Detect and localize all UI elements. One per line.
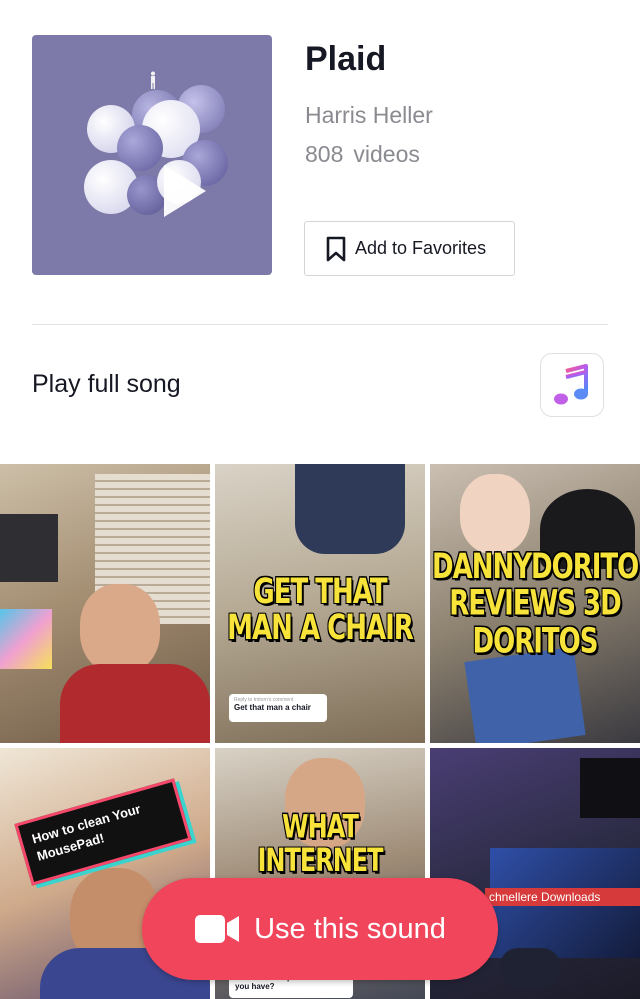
play-icon[interactable] [164,165,206,217]
figure-icon [151,71,155,89]
video-thumbnail[interactable] [0,464,210,743]
wall-poster [0,514,58,582]
monitor-screen [0,609,52,669]
video-caption: How to clean Your MousePad! [30,801,143,864]
download-banner: chnellere Downloads [485,888,640,906]
reply-comment-bubble: Reply to tmtorn's comment Get that man a… [229,694,327,722]
add-to-favorites-button[interactable]: Add to Favorites [304,221,515,276]
use-this-sound-label: Use this sound [254,912,446,945]
sound-cover-art[interactable] [32,35,272,275]
music-note-icon [554,364,588,405]
video-thumbnail[interactable]: GET THAT MAN A CHAIR Reply to tmtorn's c… [215,464,425,743]
video-camera-icon [195,915,240,943]
tv-screen [580,758,640,818]
person-face [80,584,160,674]
play-full-song-label[interactable]: Play full song [32,370,181,399]
person-face [460,474,530,554]
person-torso [295,464,405,554]
section-divider [32,324,608,325]
red-shirt [60,664,210,743]
sound-header: Plaid Harris Heller 808 videos Add to Fav… [0,0,640,325]
video-thumbnail[interactable]: DANNYDORITO REVIEWS 3D DORITOS [430,464,640,743]
video-count-unit: videos [353,141,420,167]
artist-name[interactable]: Harris Heller [305,102,433,129]
video-count: 808 videos [305,141,420,168]
bookmark-icon [326,236,346,261]
music-app-button[interactable] [540,353,604,417]
song-title: Plaid [305,40,387,78]
video-caption: GET THAT MAN A CHAIR [227,571,414,650]
add-to-favorites-label: Add to Favorites [355,238,487,258]
use-this-sound-button[interactable]: Use this sound [142,878,498,980]
game-controller [500,948,560,988]
reply-text: Get that man a chair [234,703,311,712]
video-count-number: 808 [305,141,344,167]
video-caption: DANNYDORITO REVIEWS 3D DORITOS [432,546,639,662]
chip-bag [464,646,586,743]
